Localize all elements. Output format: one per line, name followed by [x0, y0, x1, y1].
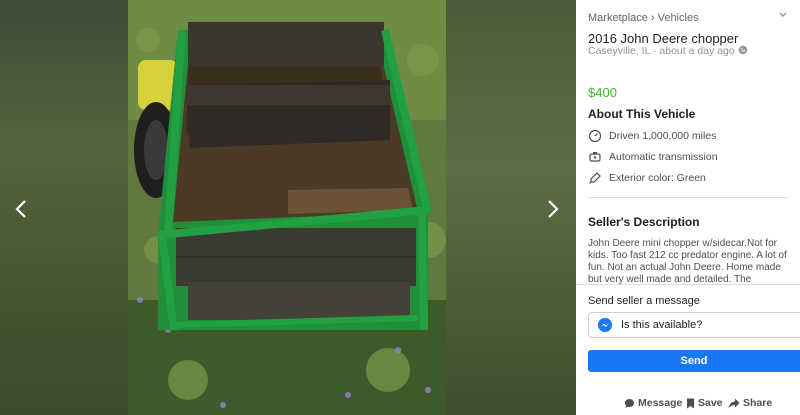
speedometer-icon — [588, 129, 602, 143]
share-action-label: Share — [743, 397, 773, 409]
attribute-transmission-text: Automatic transmission — [609, 151, 718, 163]
listing-title: 2016 John Deere chopper — [588, 31, 739, 46]
breadcrumb-vehicles[interactable]: Vehicles — [658, 12, 699, 24]
attribute-color: Exterior color: Green — [588, 170, 706, 186]
attribute-mileage: Driven 1,000,000 miles — [588, 128, 716, 144]
breadcrumb-marketplace[interactable]: Marketplace — [588, 12, 648, 24]
globe-icon — [738, 45, 747, 55]
section-divider — [588, 197, 788, 198]
listing-location[interactable]: Caseyville, IL — [588, 45, 650, 57]
message-field[interactable] — [588, 312, 800, 338]
save-action[interactable]: Save — [686, 397, 723, 409]
save-action-label: Save — [698, 397, 723, 409]
next-photo-button[interactable] — [540, 197, 564, 221]
share-arrow-icon — [728, 398, 740, 408]
photo-viewer — [0, 0, 576, 415]
transmission-icon — [589, 152, 601, 162]
message-heading: Send seller a message — [588, 295, 700, 307]
bookmark-icon — [687, 398, 694, 408]
attribute-mileage-text: Driven 1,000,000 miles — [609, 130, 717, 142]
seller-description: John Deere mini chopper w/sidecar.Not fo… — [588, 238, 787, 284]
message-action[interactable]: Message — [624, 397, 682, 409]
attribute-color-text: Exterior color: Green — [609, 172, 706, 184]
message-action-label: Message — [638, 397, 683, 409]
listing-posted-time: about a day ago — [659, 45, 735, 57]
message-divider — [576, 284, 800, 285]
chevron-right-icon — [548, 200, 559, 218]
messenger-icon — [598, 318, 612, 332]
attribute-transmission: Automatic transmission — [588, 149, 718, 165]
breadcrumb-separator: › — [650, 12, 655, 24]
listing-subline: Caseyville, IL · about a day ago — [588, 45, 748, 57]
chat-bubble-icon — [625, 398, 634, 408]
description-heading: Seller's Description — [588, 215, 700, 229]
chevron-down-icon[interactable] — [778, 10, 788, 20]
paint-brush-icon — [589, 172, 601, 184]
about-heading: About This Vehicle — [588, 107, 696, 121]
subline-dot: · — [652, 45, 657, 57]
breadcrumb: Marketplace › Vehicles — [588, 12, 699, 24]
chevron-left-icon — [15, 200, 26, 218]
previous-photo-button[interactable] — [10, 197, 34, 221]
listing-price: $400 — [588, 85, 617, 100]
listing-details-panel: Marketplace › Vehicles 2016 John Deere cho… — [576, 0, 800, 415]
send-button[interactable]: Send — [588, 350, 800, 372]
share-action[interactable]: Share — [728, 397, 772, 409]
message-input[interactable] — [619, 318, 773, 332]
listing-photo — [128, 0, 446, 415]
